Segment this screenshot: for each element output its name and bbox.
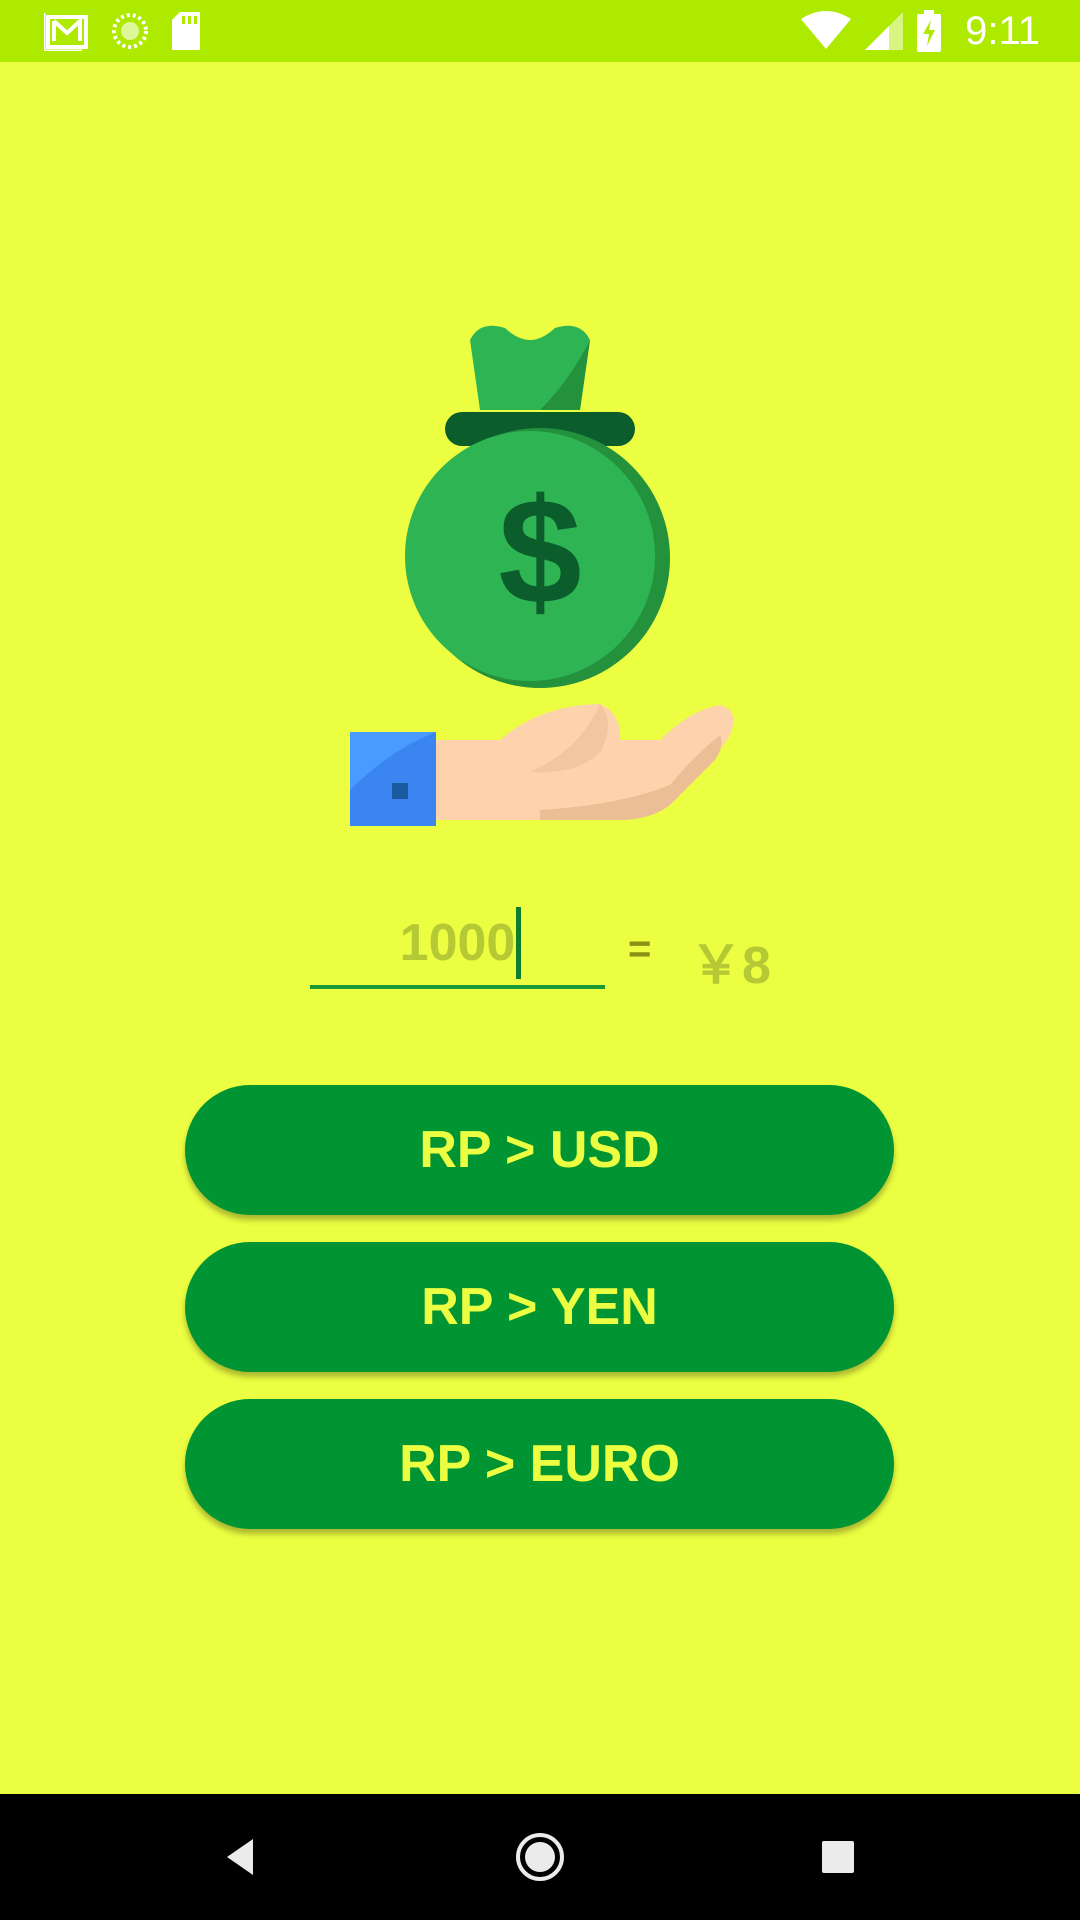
amount-input-value[interactable]: 1000 (310, 913, 605, 973)
convert-usd-button[interactable]: RP > USD (185, 1085, 894, 1215)
conversion-result: ￥8 (690, 937, 771, 995)
status-left-icons (44, 10, 202, 52)
back-icon[interactable] (208, 1824, 274, 1890)
sync-icon (110, 11, 150, 51)
status-bar: 9:11 (0, 0, 1080, 62)
battery-charging-icon (917, 10, 942, 52)
recents-icon[interactable] (805, 1824, 871, 1890)
text-caret (516, 907, 521, 979)
convert-euro-button[interactable]: RP > EURO (185, 1399, 894, 1529)
hero-illustration: $ (340, 320, 740, 830)
status-time: 9:11 (965, 8, 1040, 53)
gmail-icon (44, 11, 90, 51)
convert-yen-button[interactable]: RP > YEN (185, 1242, 894, 1372)
status-right-icons: 9:11 (801, 8, 1040, 54)
dollar-sign-icon: $ (498, 467, 581, 635)
converter-row: 1000 = ￥8 (310, 895, 790, 995)
amount-input[interactable]: 1000 (310, 895, 605, 989)
navigation-bar (0, 1794, 1080, 1920)
svg-text:$: $ (498, 467, 581, 635)
equals-sign: = (628, 927, 652, 971)
home-icon[interactable] (507, 1824, 573, 1890)
signal-icon (865, 12, 904, 50)
hand-icon (350, 704, 734, 826)
sd-card-icon (170, 12, 202, 50)
wifi-icon (801, 11, 852, 51)
